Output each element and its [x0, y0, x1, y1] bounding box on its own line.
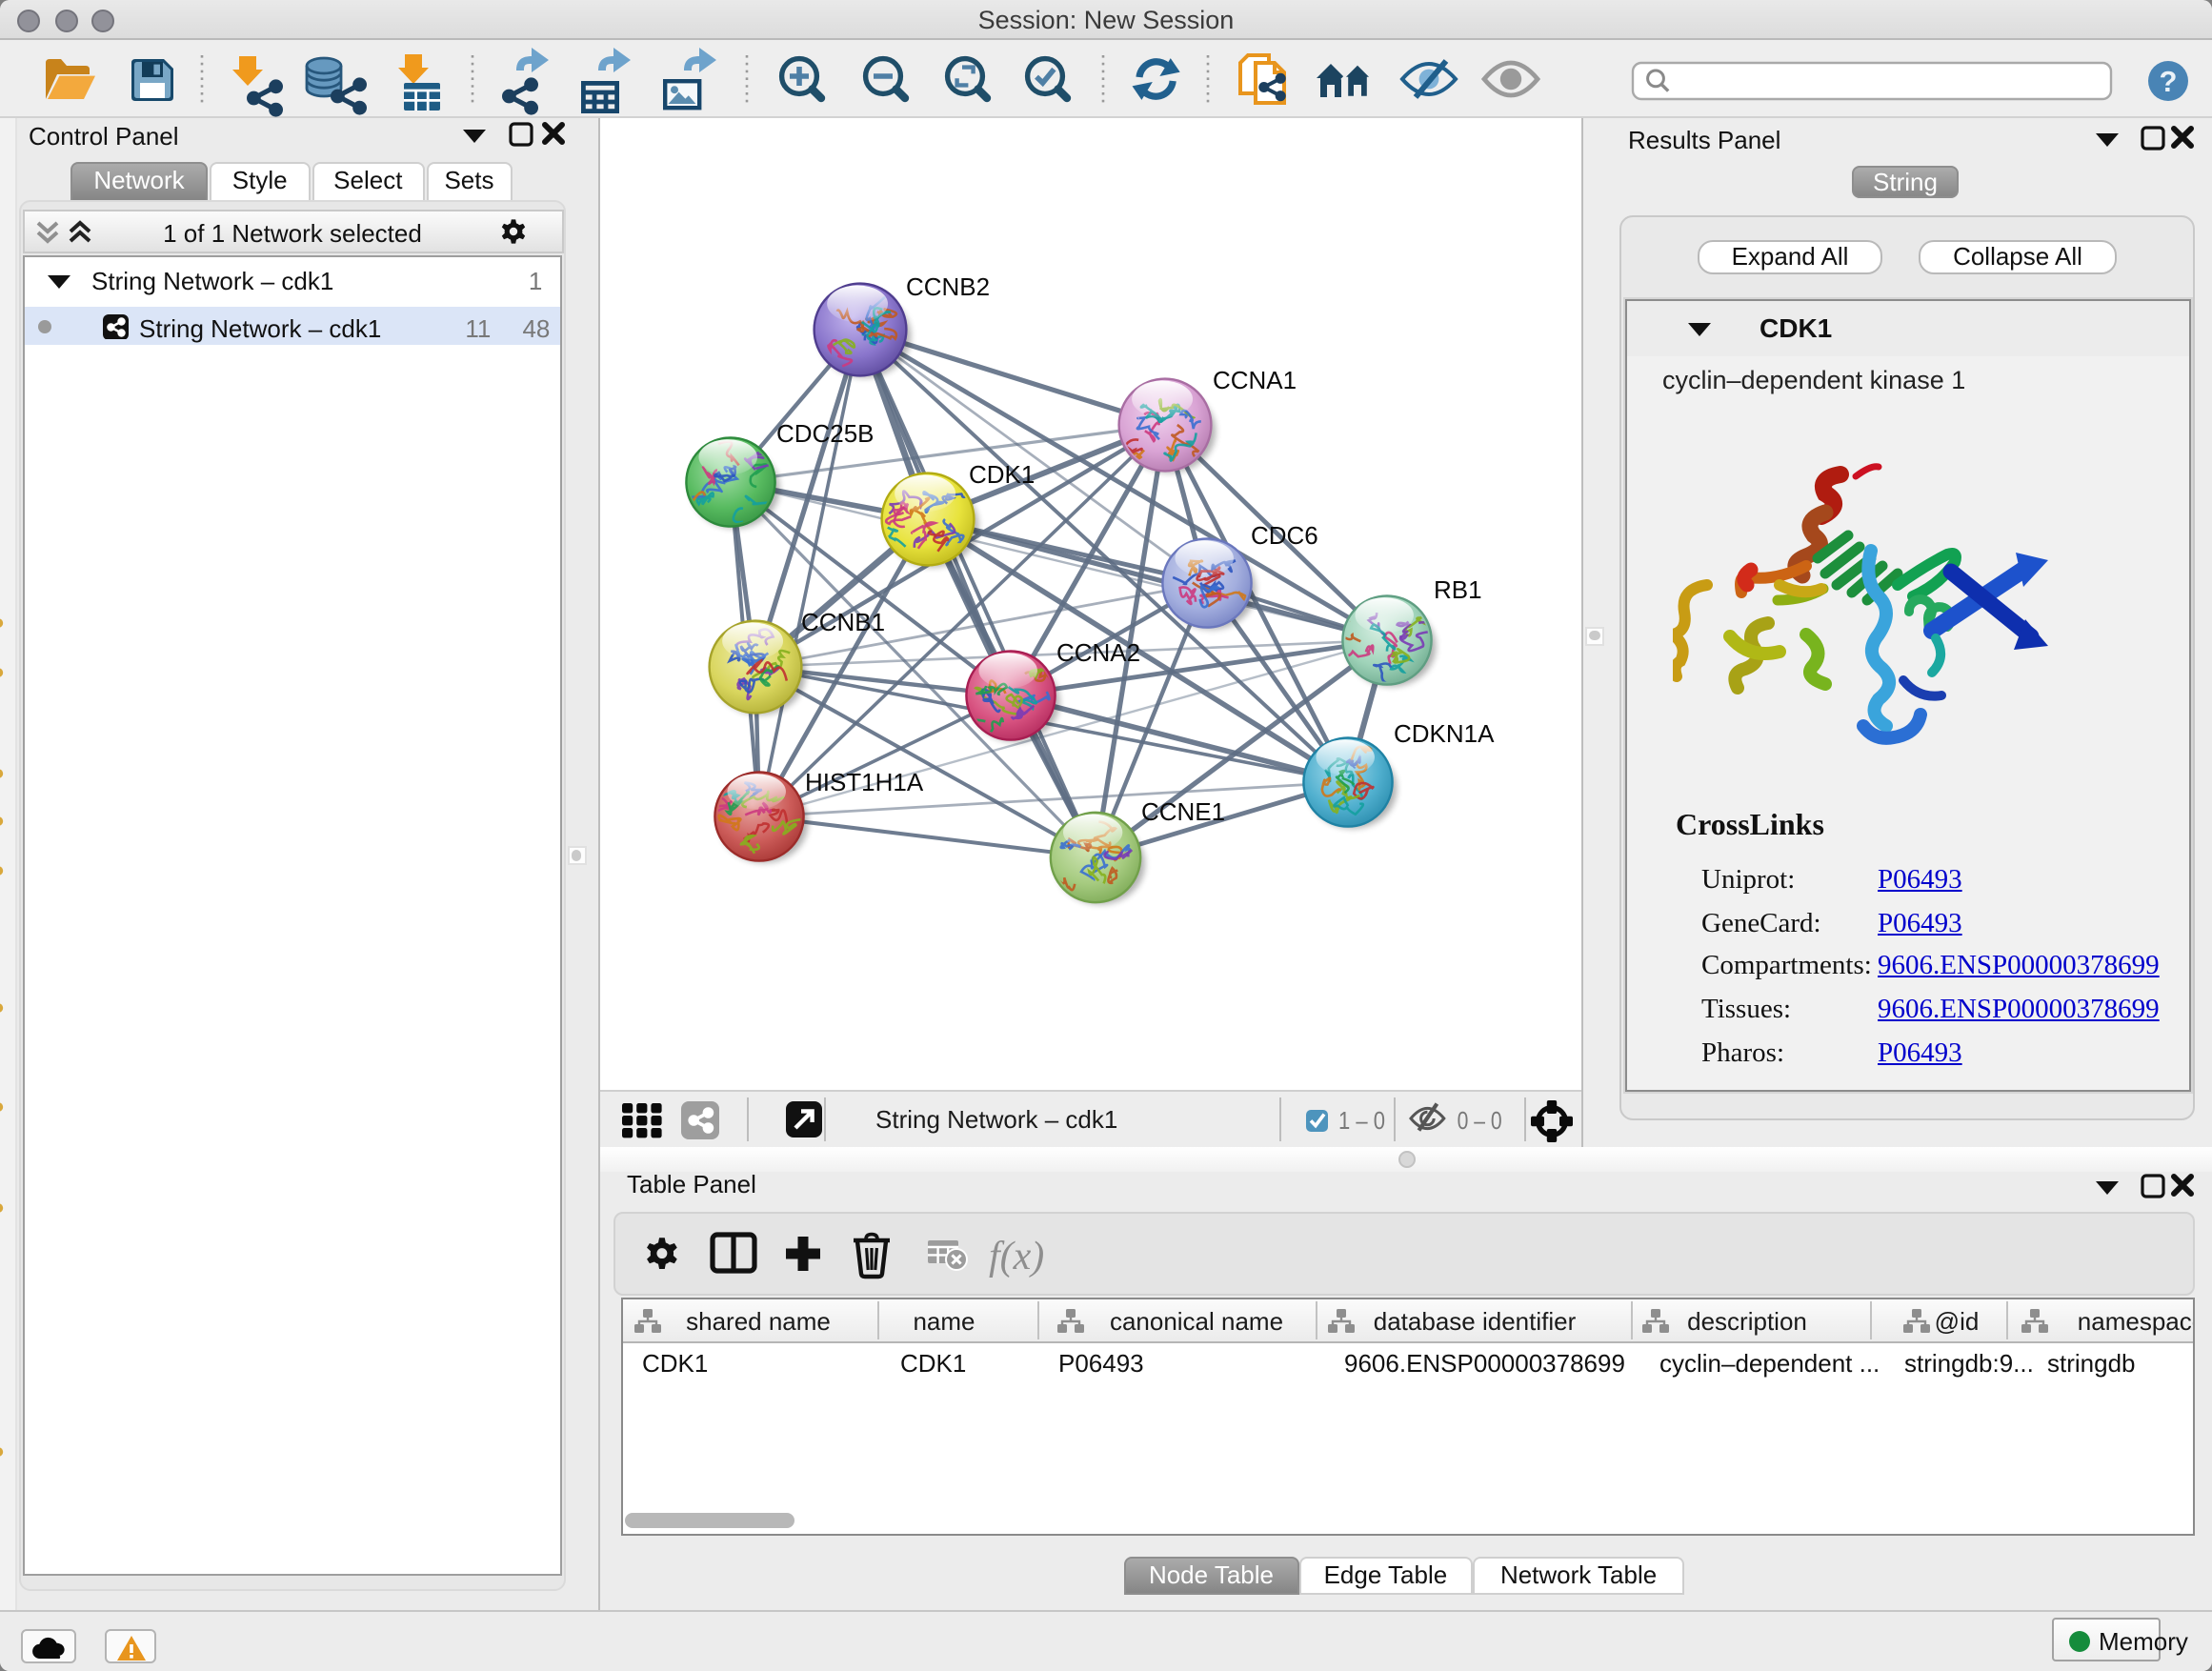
svg-text:CDC6: CDC6 — [1250, 521, 1317, 550]
svg-text:CCNA1: CCNA1 — [1212, 366, 1296, 394]
svg-text:shared name: shared name — [686, 1308, 831, 1337]
svg-text:canonical name: canonical name — [1110, 1308, 1283, 1337]
svg-text:CCNB1: CCNB1 — [800, 608, 884, 636]
svg-text:RB1: RB1 — [1433, 575, 1481, 604]
svg-text:1 – 0: 1 – 0 — [1337, 1107, 1384, 1136]
svg-text:namespace: namespace — [2078, 1308, 2193, 1337]
svg-text:CDKN1A: CDKN1A — [1393, 719, 1494, 748]
svg-text:CCNB2: CCNB2 — [905, 272, 989, 301]
svg-text:0 – 0: 0 – 0 — [1457, 1107, 1501, 1136]
svg-text:name: name — [913, 1308, 975, 1337]
svg-text:CDK1: CDK1 — [968, 460, 1034, 489]
svg-text:String Network – cdk1: String Network – cdk1 — [875, 1106, 1116, 1135]
svg-text:database identifier: database identifier — [1374, 1308, 1577, 1337]
svg-text:CCNE1: CCNE1 — [1140, 797, 1224, 826]
svg-text:CDC25B: CDC25B — [775, 419, 874, 448]
svg-text:CCNA2: CCNA2 — [1056, 638, 1139, 667]
svg-text:@id: @id — [1935, 1308, 1980, 1337]
svg-text:?: ? — [2160, 65, 2178, 98]
svg-text:HIST1H1A: HIST1H1A — [804, 768, 923, 796]
svg-text:f(x): f(x) — [988, 1236, 1043, 1279]
svg-text:description: description — [1687, 1308, 1807, 1337]
